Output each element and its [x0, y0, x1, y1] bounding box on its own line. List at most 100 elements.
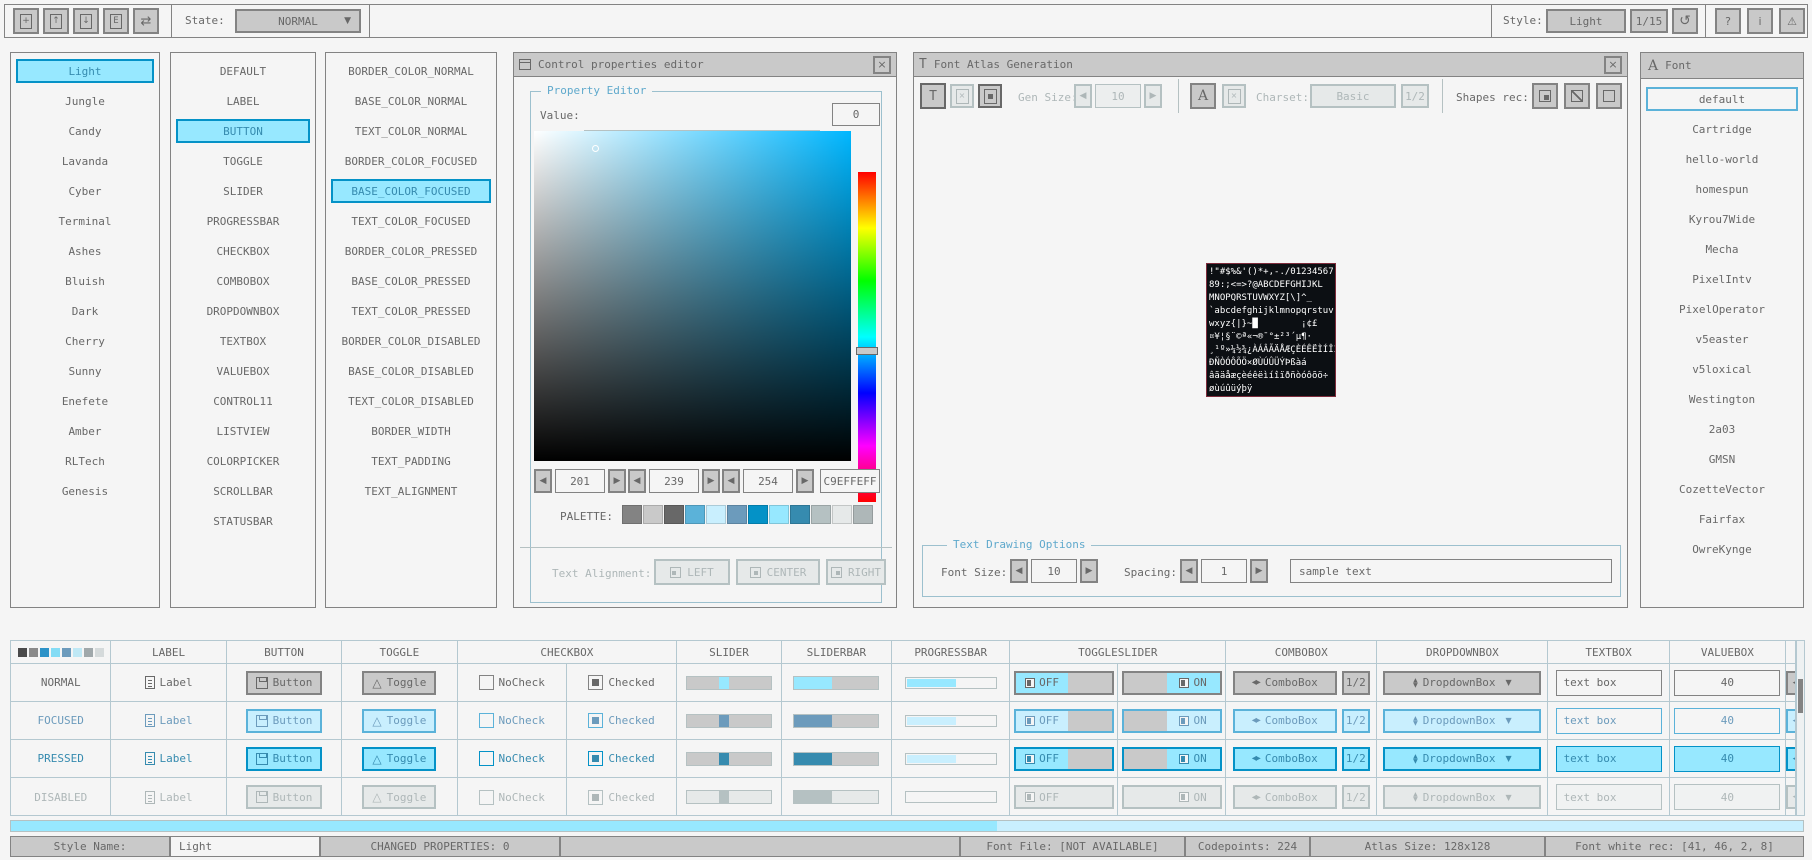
- font-list-item[interactable]: Kyrou7Wide: [1646, 207, 1798, 231]
- font-list-item[interactable]: GMSN: [1646, 447, 1798, 471]
- spinner-left-button[interactable]: ◀: [722, 469, 740, 493]
- color-picker-cursor[interactable]: [592, 145, 599, 152]
- palette-swatch[interactable]: [748, 505, 768, 524]
- spinner-left-button[interactable]: ◀: [534, 469, 552, 493]
- help-button[interactable]: ?: [1715, 8, 1741, 34]
- toggleslider-on[interactable]: ON: [1122, 671, 1222, 695]
- control-list-item[interactable]: CHECKBOX: [176, 239, 310, 263]
- textbox-preview[interactable]: text box: [1556, 746, 1662, 772]
- combobox-preview[interactable]: ◂▸ComboBox: [1233, 785, 1337, 809]
- spinner-right-button[interactable]: ▶: [796, 469, 814, 493]
- gen-size-value[interactable]: 10: [1095, 84, 1141, 108]
- style-list-item[interactable]: Light: [16, 59, 154, 83]
- align-right-button[interactable]: RIGHT: [826, 559, 886, 585]
- green-value[interactable]: 239: [649, 469, 699, 493]
- value-box[interactable]: 0: [832, 103, 880, 126]
- hue-slider-handle[interactable]: [856, 347, 878, 355]
- palette-swatch[interactable]: [685, 505, 705, 524]
- style-list-item[interactable]: Bluish: [16, 269, 154, 293]
- scrollbar-thumb[interactable]: [11, 821, 997, 831]
- align-left-button[interactable]: LEFT: [654, 559, 730, 585]
- control-list-item[interactable]: DEFAULT: [176, 59, 310, 83]
- control-list-item[interactable]: PROGRESSBAR: [176, 209, 310, 233]
- spinner-right-button[interactable]: ▶: [1250, 559, 1268, 583]
- control-list-item[interactable]: BUTTON: [176, 119, 310, 143]
- slider-handle[interactable]: [719, 753, 729, 765]
- slider-handle[interactable]: [719, 715, 729, 727]
- clipped-spinner-button[interactable]: ◀: [1786, 747, 1795, 771]
- font-charset-button[interactable]: A: [1190, 83, 1216, 109]
- shapes-empty-button[interactable]: [1596, 83, 1622, 109]
- spinner-left-button[interactable]: ◀: [1010, 559, 1028, 583]
- dropdownbox-preview[interactable]: ▲▼DropdownBox▼: [1383, 671, 1541, 695]
- sample-text-input[interactable]: sample text: [1290, 559, 1612, 583]
- valuebox-preview[interactable]: 40: [1674, 708, 1780, 734]
- control-list-item[interactable]: SCROLLBAR: [176, 479, 310, 503]
- combobox-preview[interactable]: ◂▸ComboBox: [1233, 747, 1337, 771]
- hex-value-box[interactable]: C9EFFEFF: [820, 469, 880, 493]
- font-list-item[interactable]: hello-world: [1646, 147, 1798, 171]
- slider-preview[interactable]: [686, 752, 772, 766]
- horizontal-scrollbar[interactable]: [10, 820, 1804, 832]
- control-list-item[interactable]: LABEL: [176, 89, 310, 113]
- clipped-spinner-button[interactable]: ◀: [1786, 785, 1795, 809]
- property-list-item[interactable]: TEXT_PADDING: [331, 449, 491, 473]
- font-list-item[interactable]: default: [1646, 87, 1798, 111]
- checkbox-unchecked[interactable]: [479, 675, 494, 690]
- textbox-preview[interactable]: text box: [1556, 784, 1662, 810]
- property-list-item[interactable]: TEXT_COLOR_DISABLED: [331, 389, 491, 413]
- font-list-item[interactable]: Mecha: [1646, 237, 1798, 261]
- toggleslider-on[interactable]: ON: [1122, 747, 1222, 771]
- valuebox-preview[interactable]: 40: [1674, 746, 1780, 772]
- palette-swatch[interactable]: [664, 505, 684, 524]
- save-style-button[interactable]: ↓: [73, 8, 99, 34]
- spinner-left-button[interactable]: ◀: [1074, 84, 1092, 108]
- textbox-preview[interactable]: text box: [1556, 708, 1662, 734]
- property-list-item[interactable]: BORDER_WIDTH: [331, 419, 491, 443]
- style-list-item[interactable]: Cyber: [16, 179, 154, 203]
- clear-font-button[interactable]: ×: [950, 84, 974, 108]
- hue-bar[interactable]: [858, 172, 876, 502]
- button-preview[interactable]: Button: [246, 785, 323, 809]
- sliderbar-preview[interactable]: [793, 676, 879, 690]
- palette-swatch[interactable]: [727, 505, 747, 524]
- dropdownbox-preview[interactable]: ▲▼DropdownBox▼: [1383, 785, 1541, 809]
- shapes-slash-button[interactable]: [1564, 83, 1590, 109]
- palette-swatch[interactable]: [832, 505, 852, 524]
- style-list-item[interactable]: RLTech: [16, 449, 154, 473]
- toggleslider-on[interactable]: ON: [1122, 785, 1222, 809]
- dropdownbox-preview[interactable]: ▲▼DropdownBox▼: [1383, 709, 1541, 733]
- control-list-item[interactable]: COLORPICKER: [176, 449, 310, 473]
- slider-preview[interactable]: [686, 714, 772, 728]
- checkbox-checked[interactable]: [588, 675, 603, 690]
- control-list-item[interactable]: TOGGLE: [176, 149, 310, 173]
- spinner-right-button[interactable]: ▶: [702, 469, 720, 493]
- random-style-button[interactable]: ⇄: [133, 8, 159, 34]
- control-list-item[interactable]: LISTVIEW: [176, 419, 310, 443]
- clipped-spinner-button[interactable]: ◀: [1786, 709, 1795, 733]
- clipped-spinner-button[interactable]: ◀: [1786, 671, 1795, 695]
- textbox-preview[interactable]: text box: [1556, 670, 1662, 696]
- property-list-item[interactable]: TEXT_ALIGNMENT: [331, 479, 491, 503]
- font-list-item[interactable]: CozetteVector: [1646, 477, 1798, 501]
- table-vertical-scrollbar[interactable]: [1796, 640, 1805, 816]
- clear-charset-button[interactable]: ×: [1222, 84, 1246, 108]
- property-list-item[interactable]: BORDER_COLOR_NORMAL: [331, 59, 491, 83]
- property-list-item[interactable]: TEXT_COLOR_PRESSED: [331, 299, 491, 323]
- load-style-button[interactable]: ↑: [43, 8, 69, 34]
- control-list-item[interactable]: TEXTBOX: [176, 329, 310, 353]
- toggle-preview[interactable]: △Toggle: [362, 709, 436, 733]
- style-list-item[interactable]: Amber: [16, 419, 154, 443]
- checkbox-checked[interactable]: [588, 790, 603, 805]
- shapes-filled-button[interactable]: [1532, 83, 1558, 109]
- palette-swatch[interactable]: [643, 505, 663, 524]
- valuebox-preview[interactable]: 40: [1674, 784, 1780, 810]
- sliderbar-preview[interactable]: [793, 790, 879, 804]
- property-list-item[interactable]: BASE_COLOR_FOCUSED: [331, 179, 491, 203]
- font-list-item[interactable]: v5loxical: [1646, 357, 1798, 381]
- checkbox-unchecked[interactable]: [479, 790, 494, 805]
- color-picker-area[interactable]: [534, 131, 851, 461]
- combobox-preview[interactable]: ◂▸ComboBox: [1233, 709, 1337, 733]
- style-list-item[interactable]: Ashes: [16, 239, 154, 263]
- button-preview[interactable]: Button: [246, 671, 323, 695]
